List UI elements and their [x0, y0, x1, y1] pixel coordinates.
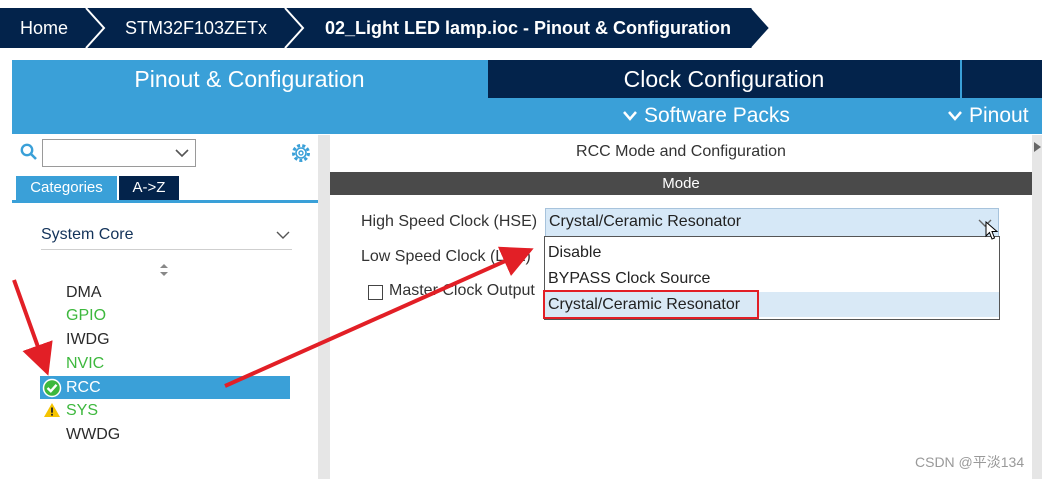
- peripheral-label: GPIO: [66, 307, 107, 324]
- mco-label: Master Clock Output: [389, 282, 535, 299]
- breadcrumb-home[interactable]: Home: [20, 8, 68, 48]
- hse-select[interactable]: Crystal/Ceramic Resonator: [545, 208, 999, 237]
- category-system-core[interactable]: System Core: [41, 221, 292, 250]
- breadcrumb-project[interactable]: 02_Light LED lamp.ioc - Pinout & Configu…: [325, 8, 731, 48]
- peripheral-label: NVIC: [66, 355, 105, 372]
- peripheral-gpio[interactable]: GPIO: [66, 305, 106, 327]
- lse-label: Low Speed Clock (LSE): [361, 248, 531, 265]
- tab-a-to-z[interactable]: A->Z: [119, 176, 179, 200]
- peripheral-wwdg[interactable]: WWDG: [66, 424, 120, 446]
- peripheral-label: RCC: [66, 379, 101, 396]
- peripheral-label: DMA: [66, 284, 102, 301]
- option-disable[interactable]: Disable: [545, 240, 999, 265]
- peripheral-nvic[interactable]: NVIC: [66, 353, 104, 375]
- software-packs-menu[interactable]: Software Packs: [622, 98, 790, 134]
- chevron-down-icon: [948, 111, 962, 122]
- peripheral-rcc[interactable]: RCC: [66, 377, 101, 399]
- software-packs-label: Software Packs: [644, 104, 790, 127]
- chevron-down-icon: [276, 231, 290, 239]
- peripheral-dma[interactable]: DMA: [66, 282, 102, 304]
- panel-splitter[interactable]: [318, 135, 330, 479]
- chevron-down-icon: [623, 111, 637, 122]
- category-label: System Core: [41, 226, 134, 243]
- watermark: CSDN @平淡134: [915, 454, 1025, 470]
- warning-icon: [44, 403, 60, 417]
- left-panel: Categories A->Z System Core DMA GPIO IWD…: [12, 135, 319, 479]
- search-icon[interactable]: [20, 143, 38, 161]
- sort-icon[interactable]: [159, 263, 169, 277]
- mode-header: Mode: [330, 172, 1032, 195]
- peripheral-label: IWDG: [66, 331, 110, 348]
- tab-clock-configuration[interactable]: Clock Configuration: [488, 60, 960, 98]
- main-tab-bar: Pinout & Configuration Clock Configurati…: [12, 60, 1042, 98]
- breadcrumb-mcu[interactable]: STM32F103ZETx: [125, 8, 267, 48]
- tab-more[interactable]: [962, 60, 1042, 98]
- check-circle-icon: [42, 378, 62, 398]
- option-bypass-clock-source[interactable]: BYPASS Clock Source: [545, 266, 999, 291]
- panel-title: RCC Mode and Configuration: [576, 143, 786, 160]
- hse-dropdown-list: Disable BYPASS Clock Source Crystal/Cera…: [543, 236, 1000, 320]
- pinout-menu[interactable]: Pinout: [947, 98, 1029, 134]
- peripheral-sys[interactable]: SYS: [66, 400, 98, 422]
- option-crystal-ceramic-resonator[interactable]: Crystal/Ceramic Resonator: [543, 290, 999, 319]
- pinout-label: Pinout: [969, 104, 1029, 127]
- breadcrumb: Home STM32F103ZETx 02_Light LED lamp.ioc…: [0, 0, 1042, 49]
- tab-underline: [12, 200, 318, 203]
- scrollbar[interactable]: [1032, 135, 1042, 479]
- search-input[interactable]: [42, 139, 196, 167]
- hse-label: High Speed Clock (HSE): [361, 213, 538, 230]
- cursor-icon: [985, 221, 999, 240]
- chevron-right-icon[interactable]: [1032, 141, 1042, 153]
- sub-toolbar: Software Packs Pinout: [12, 98, 1042, 134]
- rcc-config-panel: RCC Mode and Configuration Mode High Spe…: [330, 135, 1032, 479]
- chevron-down-icon[interactable]: [175, 148, 189, 158]
- hse-select-value: Crystal/Ceramic Resonator: [549, 213, 742, 230]
- peripheral-label: SYS: [66, 402, 99, 419]
- gear-icon[interactable]: [290, 142, 312, 164]
- highlight-box: [543, 290, 759, 319]
- tab-categories[interactable]: Categories: [16, 176, 117, 200]
- tab-pinout-configuration[interactable]: Pinout & Configuration: [12, 60, 487, 98]
- mco-checkbox[interactable]: [368, 285, 383, 300]
- peripheral-iwdg[interactable]: IWDG: [66, 329, 110, 351]
- peripheral-label: WWDG: [66, 426, 121, 443]
